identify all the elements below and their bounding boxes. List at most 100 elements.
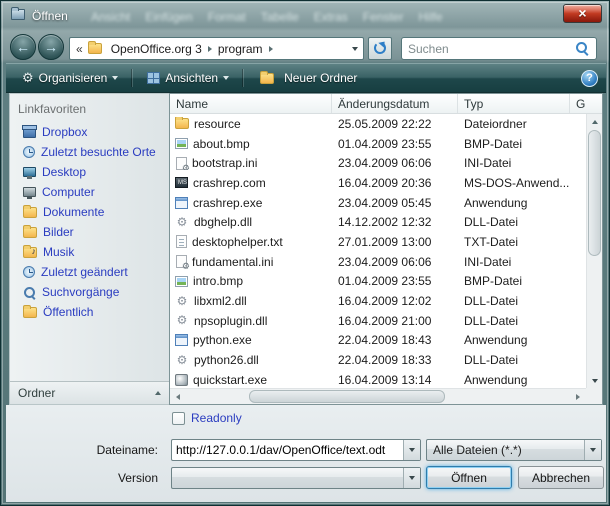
dialog-title: Öffnen — [32, 9, 68, 23]
sidebar-item-dropbox[interactable]: Dropbox — [10, 122, 169, 142]
background-menu-item: Fenster — [363, 10, 404, 24]
file-row[interactable]: intro.bmp 01.04.2009 23:55 BMP-Datei — [170, 272, 586, 292]
search-box[interactable] — [401, 37, 597, 60]
folders-expander[interactable]: Ordner — [10, 381, 169, 404]
file-date: 01.04.2009 23:55 — [332, 137, 458, 151]
sidebar-item-recent-places[interactable]: Zuletzt besuchte Orte — [10, 142, 169, 162]
file-row[interactable]: python26.dll 22.04.2009 18:33 DLL-Datei — [170, 350, 586, 370]
background-menu-item: Ansicht — [91, 10, 130, 24]
address-bar[interactable]: « OpenOffice.org 3 program — [69, 37, 364, 60]
filename-dropdown-button[interactable] — [403, 440, 420, 460]
sidebar-item-computer[interactable]: Computer — [10, 182, 169, 202]
file-type: MS-DOS-Anwend... — [458, 176, 570, 190]
file-date: 23.04.2009 06:06 — [332, 255, 458, 269]
breadcrumb-segment-program[interactable]: program — [214, 42, 267, 56]
forward-button[interactable] — [38, 34, 64, 60]
version-dropdown-button[interactable] — [403, 468, 420, 488]
chevron-right-icon[interactable] — [208, 46, 212, 52]
close-button[interactable] — [563, 4, 602, 23]
filetype-dropdown-button[interactable] — [584, 440, 601, 460]
file-name: crashrep.exe — [193, 196, 262, 210]
horizontal-scrollbar[interactable] — [170, 388, 586, 404]
text-file-icon — [176, 235, 187, 248]
file-row[interactable]: resource 25.05.2009 22:22 Dateiordner — [170, 114, 586, 134]
dll-file-icon — [175, 314, 189, 327]
file-row[interactable]: libxml2.dll 16.04.2009 12:02 DLL-Datei — [170, 291, 586, 311]
file-row[interactable]: bootstrap.ini 23.04.2009 06:06 INI-Datei — [170, 153, 586, 173]
sidebar-item-documents[interactable]: Dokumente — [10, 202, 169, 222]
file-row[interactable]: npsoplugin.dll 16.04.2009 21:00 DLL-Date… — [170, 311, 586, 331]
file-date: 16.04.2009 21:00 — [332, 314, 458, 328]
music-folder-icon — [23, 247, 37, 258]
chevron-down-icon — [409, 476, 415, 480]
file-row[interactable]: about.bmp 01.04.2009 23:55 BMP-Datei — [170, 134, 586, 154]
recent-changes-icon — [23, 266, 35, 278]
organize-button[interactable]: Organisieren — [14, 68, 126, 88]
search-icon[interactable] — [576, 42, 589, 55]
file-row[interactable]: dbghelp.dll 14.12.2002 12:32 DLL-Datei — [170, 212, 586, 232]
filetype-combobox[interactable]: Alle Dateien (*.*) — [426, 439, 602, 461]
file-name: intro.bmp — [193, 274, 243, 288]
file-row[interactable]: quickstart.exe 16.04.2009 13:14 Anwendun… — [170, 370, 586, 388]
filename-input[interactable] — [172, 443, 403, 457]
dialog-client-area: Linkfavoriten Dropbox Zuletzt besuchte O… — [9, 93, 603, 405]
cancel-button[interactable]: Abbrechen — [518, 466, 604, 489]
address-dropdown-icon[interactable] — [352, 47, 358, 51]
back-arrow-icon — [11, 35, 35, 59]
readonly-checkbox[interactable] — [172, 412, 185, 425]
version-combobox[interactable] — [171, 467, 421, 489]
new-folder-button[interactable]: Neuer Ordner — [250, 68, 365, 88]
vertical-scroll-thumb[interactable] — [588, 130, 601, 256]
scroll-down-button[interactable] — [587, 373, 602, 388]
file-rows: resource 25.05.2009 22:22 Dateiordner ab… — [170, 114, 586, 388]
sidebar-item-searches[interactable]: Suchvorgänge — [10, 282, 169, 302]
help-icon[interactable] — [581, 70, 598, 87]
file-name: npsoplugin.dll — [194, 314, 267, 328]
file-date: 16.04.2009 20:36 — [332, 176, 458, 190]
back-button[interactable] — [10, 34, 36, 60]
file-row[interactable]: python.exe 22.04.2009 18:43 Anwendung — [170, 331, 586, 351]
column-header-type[interactable]: Typ — [458, 94, 570, 113]
file-date: 27.01.2009 13:00 — [332, 235, 458, 249]
scroll-right-button[interactable] — [570, 389, 586, 404]
forward-arrow-icon — [39, 35, 63, 59]
file-name: desktophelper.txt — [192, 235, 283, 249]
scroll-left-button[interactable] — [170, 389, 186, 404]
file-type: DLL-Datei — [458, 215, 570, 229]
sidebar-item-music[interactable]: Musik — [10, 242, 169, 262]
breadcrumb-overflow[interactable]: « — [75, 42, 86, 56]
readonly-label[interactable]: Readonly — [191, 411, 242, 425]
sidebar-item-pictures[interactable]: Bilder — [10, 222, 169, 242]
views-button[interactable]: Ansichten — [139, 68, 237, 88]
file-row[interactable]: crashrep.exe 23.04.2009 05:45 Anwendung — [170, 193, 586, 213]
sidebar-item-public[interactable]: Öffentlich — [10, 302, 169, 322]
column-header-name[interactable]: Name — [170, 94, 332, 113]
vertical-scrollbar[interactable] — [586, 114, 602, 388]
file-date: 25.05.2009 22:22 — [332, 117, 458, 131]
column-header-date[interactable]: Änderungsdatum — [332, 94, 458, 113]
chevron-right-icon[interactable] — [269, 46, 273, 52]
scroll-up-button[interactable] — [587, 114, 602, 129]
chevron-down-icon — [409, 448, 415, 452]
filename-combobox[interactable] — [171, 439, 421, 461]
refresh-icon — [374, 42, 386, 54]
sidebar-item-recent-changes[interactable]: Zuletzt geändert — [10, 262, 169, 282]
quickstart-icon — [175, 374, 188, 386]
breadcrumb-segment-openoffice[interactable]: OpenOffice.org 3 — [107, 42, 206, 56]
horizontal-scroll-thumb[interactable] — [249, 390, 445, 403]
refresh-button[interactable] — [368, 37, 392, 60]
column-header-size[interactable]: G — [570, 94, 602, 113]
scrollbar-corner — [586, 388, 602, 404]
readonly-option[interactable]: Readonly — [172, 411, 242, 425]
file-type: DLL-Datei — [458, 314, 570, 328]
open-button[interactable]: Öffnen — [426, 466, 512, 489]
dll-file-icon — [175, 295, 189, 308]
sidebar-item-desktop[interactable]: Desktop — [10, 162, 169, 182]
search-input[interactable] — [406, 39, 571, 58]
file-row[interactable]: desktophelper.txt 27.01.2009 13:00 TXT-D… — [170, 232, 586, 252]
file-date: 22.04.2009 18:43 — [332, 333, 458, 347]
file-row[interactable]: fundamental.ini 23.04.2009 06:06 INI-Dat… — [170, 252, 586, 272]
recent-places-icon — [23, 146, 35, 158]
file-row[interactable]: crashrep.com 16.04.2009 20:36 MS-DOS-Anw… — [170, 173, 586, 193]
title-bar[interactable]: Öffnen Ansicht Einfügen Format Tabelle E… — [1, 1, 609, 31]
